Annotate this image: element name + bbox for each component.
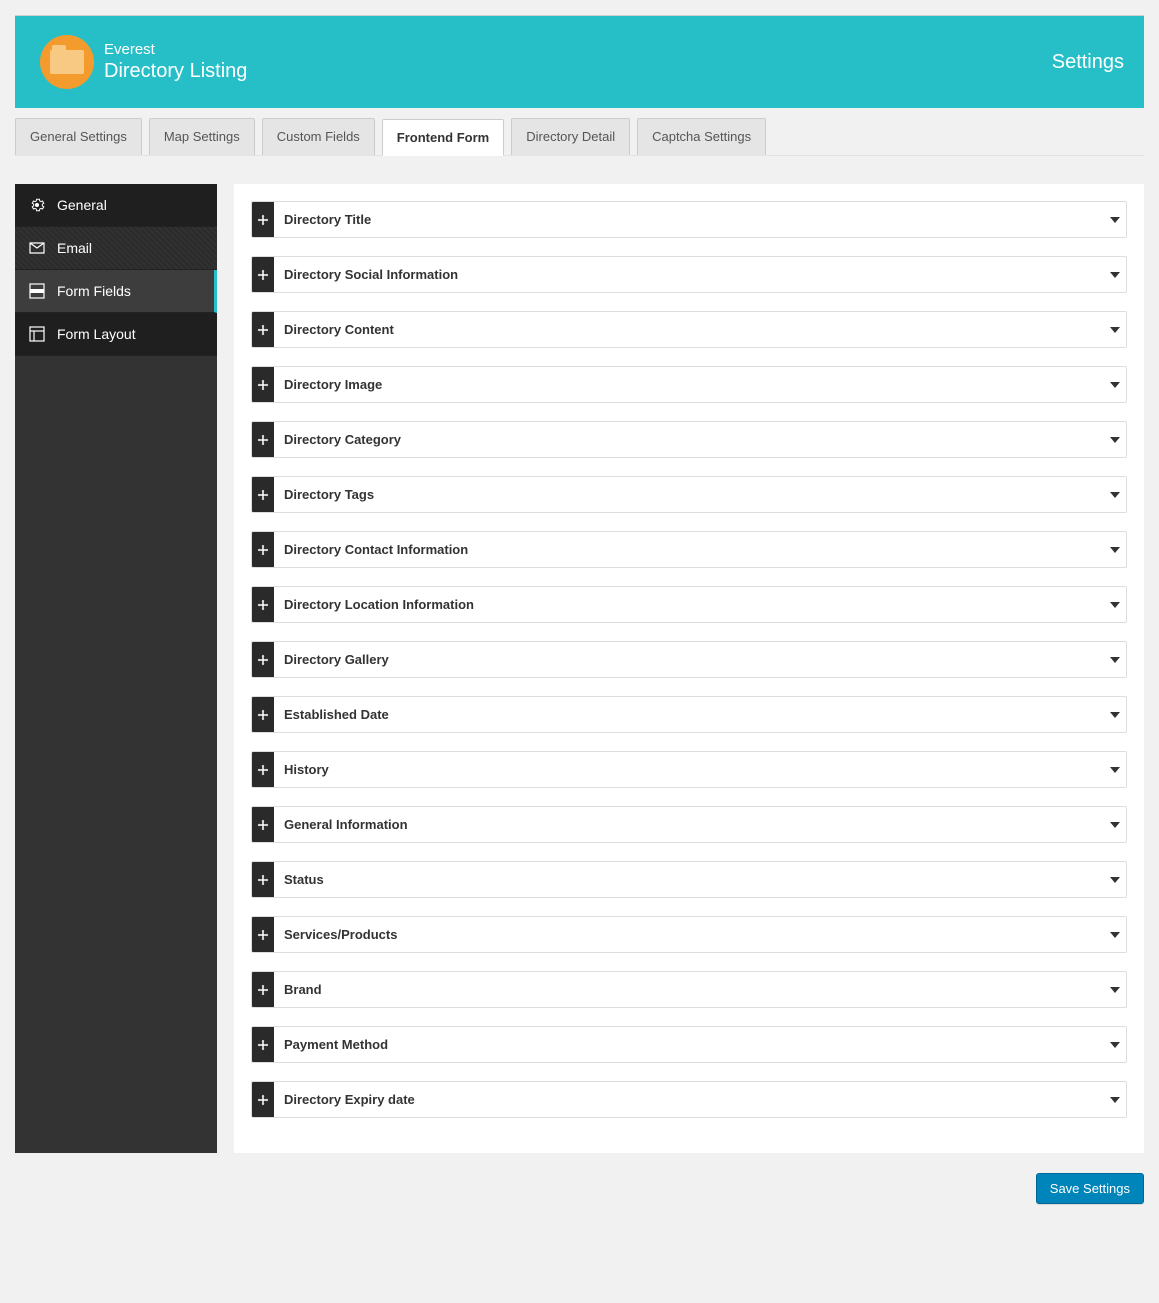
- sidebar-item-label: Email: [57, 240, 92, 256]
- tab-map-settings[interactable]: Map Settings: [149, 118, 255, 155]
- field-row[interactable]: Directory Location Information: [251, 586, 1127, 623]
- field-label: Directory Category: [274, 422, 1104, 457]
- field-label: General Information: [274, 807, 1104, 842]
- footer: Save Settings: [15, 1173, 1144, 1204]
- header-bar: Everest Directory Listing Settings: [15, 15, 1144, 108]
- drag-handle-icon[interactable]: [252, 862, 274, 897]
- expand-caret-icon[interactable]: [1104, 422, 1126, 457]
- expand-caret-icon[interactable]: [1104, 202, 1126, 237]
- logo-text-line1: Everest: [104, 41, 247, 59]
- drag-handle-icon[interactable]: [252, 312, 274, 347]
- logo-icon: [40, 35, 94, 89]
- expand-caret-icon[interactable]: [1104, 917, 1126, 952]
- drag-handle-icon[interactable]: [252, 257, 274, 292]
- drag-handle-icon[interactable]: [252, 367, 274, 402]
- field-label: History: [274, 752, 1104, 787]
- field-label: Directory Location Information: [274, 587, 1104, 622]
- sidebar-item-form-layout[interactable]: Form Layout: [15, 313, 217, 356]
- logo: Everest Directory Listing: [40, 35, 247, 89]
- drag-handle-icon[interactable]: [252, 422, 274, 457]
- gear-icon: [29, 197, 45, 213]
- form-icon: [29, 283, 45, 299]
- field-row[interactable]: Directory Category: [251, 421, 1127, 458]
- main-panel: Directory Title Directory Social Informat…: [234, 184, 1144, 1153]
- field-row[interactable]: Directory Content: [251, 311, 1127, 348]
- field-label: Services/Products: [274, 917, 1104, 952]
- field-row[interactable]: Directory Gallery: [251, 641, 1127, 678]
- sidebar-item-general[interactable]: General: [15, 184, 217, 227]
- save-settings-button[interactable]: Save Settings: [1036, 1173, 1144, 1204]
- mail-icon: [29, 240, 45, 256]
- field-label: Status: [274, 862, 1104, 897]
- drag-handle-icon[interactable]: [252, 1027, 274, 1062]
- expand-caret-icon[interactable]: [1104, 862, 1126, 897]
- field-row[interactable]: Brand: [251, 971, 1127, 1008]
- tab-frontend-form[interactable]: Frontend Form: [382, 119, 504, 156]
- tab-general-settings[interactable]: General Settings: [15, 118, 142, 155]
- field-row[interactable]: Directory Title: [251, 201, 1127, 238]
- drag-handle-icon[interactable]: [252, 752, 274, 787]
- field-row[interactable]: History: [251, 751, 1127, 788]
- sidebar-item-email[interactable]: Email: [15, 227, 217, 270]
- field-label: Directory Tags: [274, 477, 1104, 512]
- sidebar-item-label: Form Fields: [57, 283, 131, 299]
- expand-caret-icon[interactable]: [1104, 807, 1126, 842]
- logo-text-line2: Directory Listing: [104, 59, 247, 83]
- field-label: Directory Gallery: [274, 642, 1104, 677]
- expand-caret-icon[interactable]: [1104, 752, 1126, 787]
- sidebar-item-form-fields[interactable]: Form Fields: [15, 270, 217, 313]
- expand-caret-icon[interactable]: [1104, 972, 1126, 1007]
- field-label: Directory Contact Information: [274, 532, 1104, 567]
- expand-caret-icon[interactable]: [1104, 367, 1126, 402]
- field-row[interactable]: Services/Products: [251, 916, 1127, 953]
- field-label: Directory Content: [274, 312, 1104, 347]
- tab-bar: General SettingsMap SettingsCustom Field…: [15, 118, 1144, 156]
- expand-caret-icon[interactable]: [1104, 257, 1126, 292]
- drag-handle-icon[interactable]: [252, 202, 274, 237]
- drag-handle-icon[interactable]: [252, 917, 274, 952]
- tab-custom-fields[interactable]: Custom Fields: [262, 118, 375, 155]
- drag-handle-icon[interactable]: [252, 697, 274, 732]
- expand-caret-icon[interactable]: [1104, 312, 1126, 347]
- field-row[interactable]: Directory Tags: [251, 476, 1127, 513]
- field-label: Directory Title: [274, 202, 1104, 237]
- tab-captcha-settings[interactable]: Captcha Settings: [637, 118, 766, 155]
- field-row[interactable]: Directory Expiry date: [251, 1081, 1127, 1118]
- expand-caret-icon[interactable]: [1104, 587, 1126, 622]
- field-row[interactable]: Status: [251, 861, 1127, 898]
- sidebar-item-label: General: [57, 197, 107, 213]
- page-title: Settings: [1052, 51, 1124, 74]
- expand-caret-icon[interactable]: [1104, 1027, 1126, 1062]
- drag-handle-icon[interactable]: [252, 532, 274, 567]
- layout-icon: [29, 326, 45, 342]
- field-label: Established Date: [274, 697, 1104, 732]
- field-row[interactable]: Directory Image: [251, 366, 1127, 403]
- drag-handle-icon[interactable]: [252, 807, 274, 842]
- expand-caret-icon[interactable]: [1104, 477, 1126, 512]
- expand-caret-icon[interactable]: [1104, 642, 1126, 677]
- field-row[interactable]: Directory Contact Information: [251, 531, 1127, 568]
- field-label: Directory Image: [274, 367, 1104, 402]
- field-label: Payment Method: [274, 1027, 1104, 1062]
- sidebar: General Email Form Fields Form Layout: [15, 184, 217, 1153]
- drag-handle-icon[interactable]: [252, 477, 274, 512]
- field-row[interactable]: Established Date: [251, 696, 1127, 733]
- field-label: Directory Social Information: [274, 257, 1104, 292]
- field-label: Brand: [274, 972, 1104, 1007]
- drag-handle-icon[interactable]: [252, 972, 274, 1007]
- expand-caret-icon[interactable]: [1104, 532, 1126, 567]
- expand-caret-icon[interactable]: [1104, 697, 1126, 732]
- field-label: Directory Expiry date: [274, 1082, 1104, 1117]
- field-row[interactable]: General Information: [251, 806, 1127, 843]
- drag-handle-icon[interactable]: [252, 1082, 274, 1117]
- tab-directory-detail[interactable]: Directory Detail: [511, 118, 630, 155]
- expand-caret-icon[interactable]: [1104, 1082, 1126, 1117]
- drag-handle-icon[interactable]: [252, 587, 274, 622]
- sidebar-item-label: Form Layout: [57, 326, 136, 342]
- field-row[interactable]: Payment Method: [251, 1026, 1127, 1063]
- drag-handle-icon[interactable]: [252, 642, 274, 677]
- field-row[interactable]: Directory Social Information: [251, 256, 1127, 293]
